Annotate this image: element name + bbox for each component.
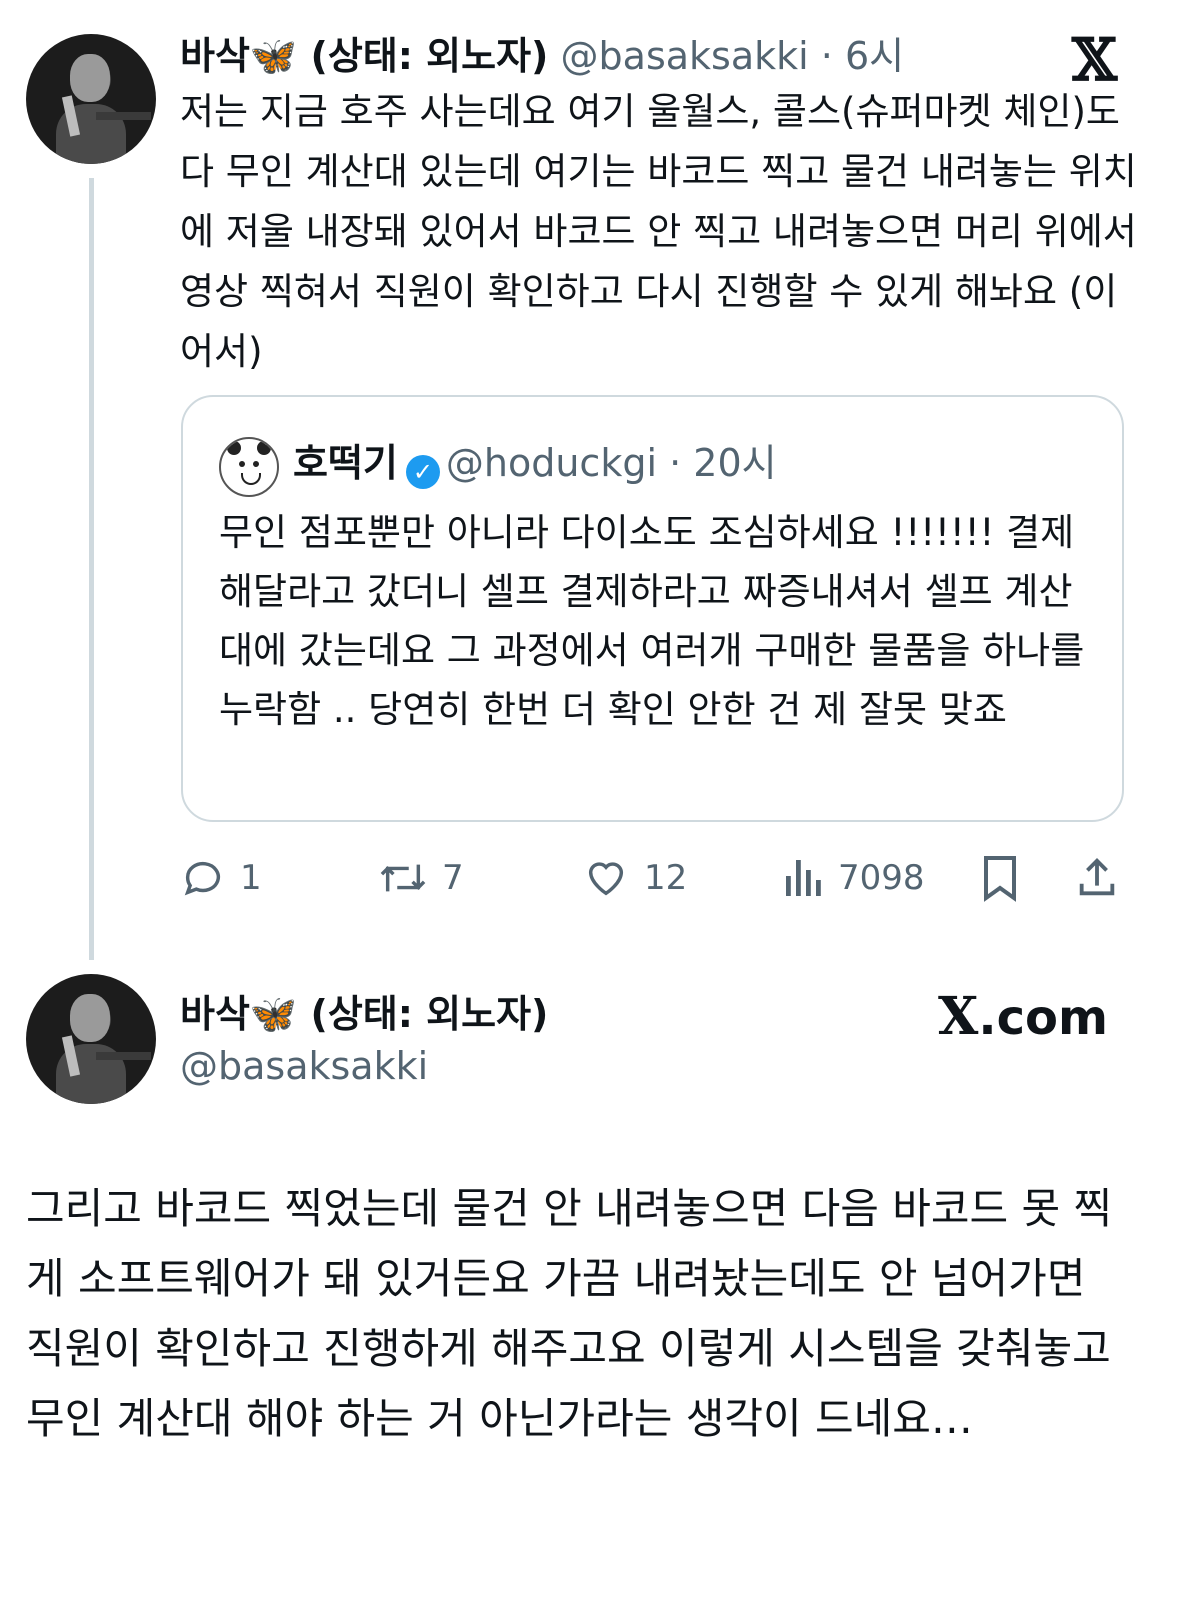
quote-text: 무인 점포뿐만 아니라 다이소도 조심하세요 !!!!!!! 결제해달라고 갔더… [219, 511, 1085, 731]
avatar[interactable] [26, 974, 156, 1104]
reply-count: 1 [240, 858, 262, 898]
tweet-text: 저는 지금 호주 사는데요 여기 울월스, 콜스(슈퍼마켓 체인)도 다 무인 … [180, 90, 1137, 373]
reply-icon [184, 861, 221, 896]
retweet-count: 7 [442, 858, 464, 898]
tweet-text: 그리고 바코드 찍었는데 물건 안 내려놓으면 다음 바코드 못 찍게 소프트웨… [26, 1184, 1113, 1443]
tweet-header: 바삭🦋 (상태: 외노자) @basaksakki · 6시 [180, 30, 904, 82]
action-bar: 1 7 12 7098 [180, 848, 1140, 908]
display-name[interactable]: 바삭🦋 (상태: 외노자) [180, 34, 548, 78]
handle[interactable]: @basaksakki [561, 34, 809, 78]
quote-avatar [219, 437, 279, 497]
thread-connector [89, 178, 94, 960]
brand-suffix: .com [978, 990, 1109, 1046]
views-button[interactable]: 7098 [784, 848, 925, 908]
share-button[interactable] [1074, 848, 1134, 908]
retweet-icon [380, 864, 426, 892]
quoted-tweet[interactable]: 호떡기 ✓ @hoduckgi · 20시 무인 점포뿐만 아니라 다이소도 조심하… [181, 395, 1124, 822]
handle[interactable]: @basaksakki [180, 1042, 428, 1090]
retweet-button[interactable]: 7 [378, 848, 464, 908]
bookmark-icon [984, 856, 1016, 902]
x-logo-icon: 𝕏 [1072, 26, 1118, 94]
quote-header: 호떡기 ✓ @hoduckgi · 20시 [293, 435, 777, 491]
quote-display-name: 호떡기 [293, 441, 398, 485]
view-count: 7098 [838, 858, 925, 898]
quote-timestamp: · 20시 [669, 441, 777, 485]
like-button[interactable]: 12 [582, 848, 687, 908]
verified-badge-icon: ✓ [405, 455, 440, 489]
x-com-brand: X.com [938, 990, 1109, 1046]
views-icon [786, 860, 821, 896]
x-logo-icon: X [938, 986, 979, 1047]
heart-icon [588, 862, 624, 896]
display-name[interactable]: 바삭🦋 (상태: 외노자) [180, 990, 548, 1038]
like-count: 12 [644, 858, 688, 898]
share-icon [1079, 858, 1115, 896]
avatar[interactable] [26, 34, 156, 164]
timestamp[interactable]: · 6시 [821, 34, 904, 78]
bookmark-button[interactable] [980, 848, 1034, 908]
reply-button[interactable]: 1 [180, 848, 262, 908]
quote-handle: @hoduckgi [445, 441, 658, 485]
